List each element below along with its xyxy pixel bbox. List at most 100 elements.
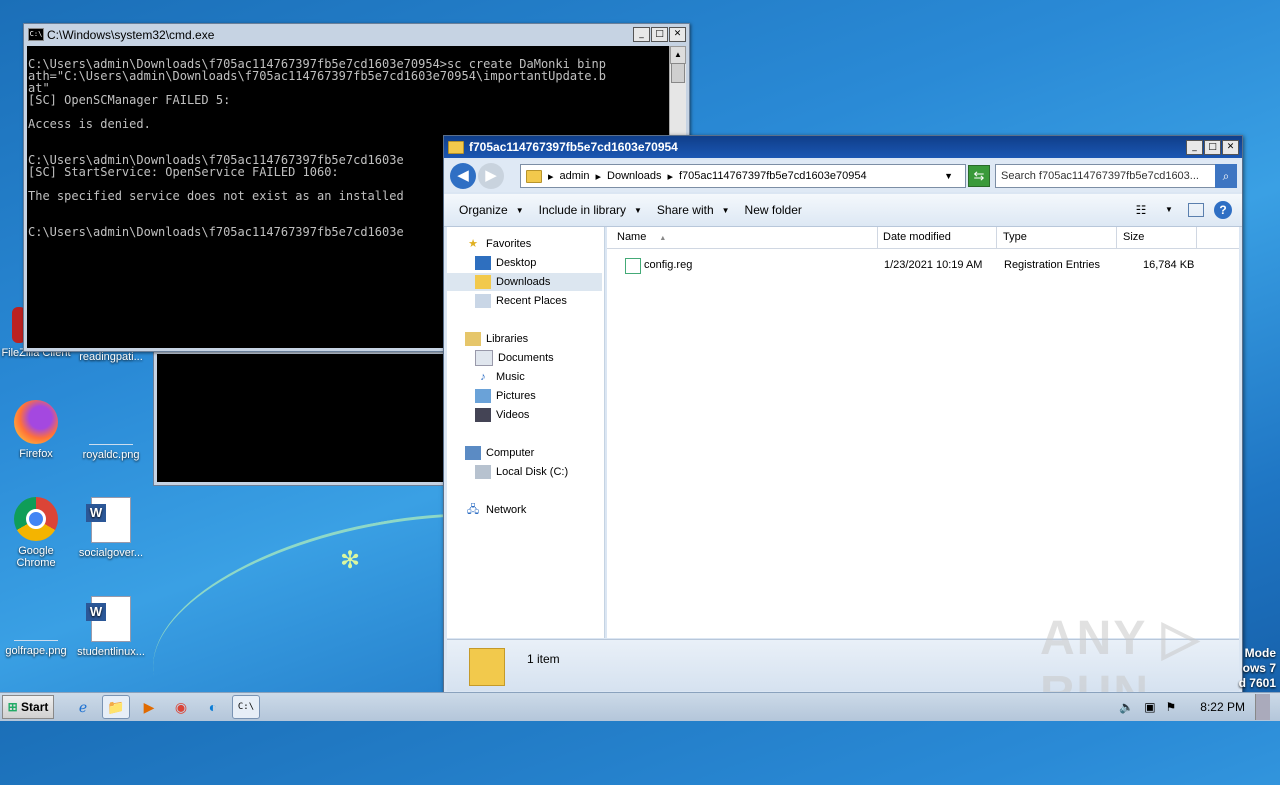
star-icon: ★ [468, 238, 478, 250]
image-file-icon [89, 400, 133, 445]
nav-local-disk[interactable]: Local Disk (C:) [475, 463, 568, 481]
start-button[interactable]: ⊞ Start [2, 695, 54, 719]
table-row[interactable]: config.reg 1/23/2021 10:19 AM Registrati… [607, 255, 1239, 275]
nav-computer[interactable]: Computer [465, 444, 534, 462]
console-line: Access is denied. [28, 117, 151, 131]
windows-logo-icon: ⊞ [7, 700, 18, 714]
file-list[interactable]: Name ▲ Date modified Type Size config.re… [607, 227, 1239, 638]
view-options-icon[interactable]: ☷ [1132, 201, 1150, 219]
libraries-icon [465, 332, 481, 346]
desktop-icon-chrome[interactable]: Google Chrome [0, 497, 72, 569]
share-label: Share with [656, 203, 714, 217]
nav-libraries[interactable]: Libraries [465, 330, 528, 348]
scroll-thumb[interactable] [671, 63, 685, 83]
nav-recent-places[interactable]: Recent Places [475, 292, 567, 310]
nav-label: Computer [486, 447, 535, 459]
image-file-icon [14, 596, 58, 641]
back-button[interactable]: ◀ [450, 163, 476, 189]
flag-icon[interactable]: ⚑ [1166, 700, 1177, 714]
background-console-window[interactable] [153, 350, 450, 486]
windows-logo-icon: ✻ [340, 547, 361, 574]
desktop-icon-readingpati[interactable]: readingpati... [75, 351, 147, 363]
desktop-icon-label: golfrape.png [5, 645, 67, 657]
nav-documents[interactable]: Documents [475, 349, 554, 367]
word-document-icon: W [86, 596, 131, 642]
scroll-up-icon[interactable]: ▲ [670, 46, 686, 64]
include-in-library-button[interactable]: Include in library ▼ [539, 203, 642, 217]
explorer-titlebar[interactable]: f705ac114767397fb5e7cd1603e70954 [444, 136, 1242, 158]
address-dropdown-icon[interactable]: ▼ [944, 171, 953, 181]
refresh-button[interactable]: ⇆ [968, 165, 990, 187]
nav-downloads[interactable]: Downloads [447, 273, 602, 291]
chevron-down-icon[interactable]: ▼ [1160, 201, 1178, 219]
chevron-down-icon: ▼ [515, 205, 524, 215]
nav-label: Favorites [486, 238, 532, 250]
recent-places-icon [475, 294, 491, 308]
column-name[interactable]: Name ▲ [607, 227, 878, 248]
clock[interactable]: 8:22 PM [1200, 700, 1245, 714]
nav-favorites[interactable]: ★ Favorites [465, 235, 531, 253]
show-desktop-button[interactable] [1255, 694, 1270, 720]
file-name: config.reg [644, 259, 693, 271]
explorer-taskbar-icon[interactable]: 📁 [102, 695, 130, 719]
minimize-button[interactable]: _ [633, 27, 650, 42]
network-tray-icon[interactable]: ▣ [1144, 700, 1155, 714]
cmd-taskbar-icon[interactable]: C:\ [232, 695, 260, 719]
forward-button[interactable]: ▶ [478, 163, 504, 189]
desktop-icon-label: studentlinux... [77, 646, 145, 658]
close-button[interactable]: ✕ [669, 27, 686, 42]
nav-network[interactable]: 🖧 Network [465, 501, 526, 519]
breadcrumb-downloads[interactable]: Downloads [607, 170, 661, 182]
help-icon[interactable]: ? [1214, 201, 1232, 219]
nav-label: Recent Places [496, 295, 567, 307]
chevron-down-icon: ▼ [634, 205, 642, 215]
desktop-icon-label: Google Chrome [16, 545, 56, 569]
column-date-modified[interactable]: Date modified [877, 227, 997, 248]
desktop-icon-royaldc[interactable]: royaldc.png [75, 400, 147, 461]
column-type[interactable]: Type [997, 227, 1117, 248]
winmode-line: d 7601 [1238, 676, 1276, 690]
nav-label: Local Disk (C:) [496, 466, 569, 478]
local-disk-icon [475, 465, 491, 479]
close-button[interactable]: ✕ [1222, 140, 1239, 155]
nav-desktop[interactable]: Desktop [475, 254, 536, 272]
documents-icon [475, 350, 493, 366]
maximize-button[interactable]: □ [651, 27, 668, 42]
command-bar: Organize ▼ Include in library ▼ Share with… [444, 194, 1242, 227]
ie-taskbar-icon[interactable]: ℯ [70, 696, 96, 718]
new-folder-button[interactable]: New folder [745, 203, 802, 217]
desktop-icon [475, 256, 491, 270]
desktop-icon-label: readingpati... [79, 351, 143, 363]
desktop-icon-firefox[interactable]: Firefox [0, 400, 72, 460]
file-type: Registration Entries [1004, 259, 1100, 271]
cmd-title-text: C:\Windows\system32\cmd.exe [47, 27, 215, 42]
nav-music[interactable]: ♪ Music [475, 368, 524, 386]
search-icon[interactable]: ⌕ [1215, 164, 1237, 188]
nav-videos[interactable]: Videos [475, 406, 529, 424]
breadcrumb-current-folder[interactable]: f705ac114767397fb5e7cd1603e70954 [679, 170, 867, 182]
chrome-taskbar-icon[interactable]: ◉ [168, 696, 194, 718]
edge-taskbar-icon[interactable]: ◐ [200, 696, 226, 718]
desktop-icon-studentlinux[interactable]: W studentlinux... [75, 596, 147, 658]
desktop-icon-label: royaldc.png [82, 449, 140, 461]
folder-icon [448, 140, 464, 154]
console-line: ath="C:\Users\admin\Downloads\f705ac1147… [28, 69, 606, 83]
address-bar[interactable]: ▸ admin ▸ Downloads ▸ f705ac114767397fb5… [520, 164, 966, 188]
desktop-icon-socialgover[interactable]: W socialgover... [75, 497, 147, 559]
windows-mode-text: Mode ows 7 d 7601 [1239, 646, 1276, 691]
file-date: 1/23/2021 10:19 AM [884, 259, 983, 271]
maximize-button[interactable]: □ [1204, 140, 1221, 155]
minimize-button[interactable]: _ [1186, 140, 1203, 155]
cmd-titlebar[interactable]: C:\ C:\Windows\system32\cmd.exe [24, 24, 689, 45]
share-with-button[interactable]: Share with ▼ [657, 203, 730, 217]
preview-pane-icon[interactable] [1188, 203, 1204, 217]
nav-pictures[interactable]: Pictures [475, 387, 536, 405]
breadcrumb-admin[interactable]: admin [560, 170, 590, 182]
breadcrumb-sep-icon: ▸ [548, 170, 554, 183]
column-size[interactable]: Size [1117, 227, 1197, 248]
volume-icon[interactable]: 🔈 [1119, 700, 1134, 714]
desktop-icon-golfrape[interactable]: golfrape.png [0, 596, 72, 657]
search-input[interactable]: Search f705ac114767397fb5e7cd1603... [995, 164, 1222, 188]
organize-button[interactable]: Organize ▼ [459, 203, 524, 217]
media-player-taskbar-icon[interactable]: ▶ [136, 696, 162, 718]
